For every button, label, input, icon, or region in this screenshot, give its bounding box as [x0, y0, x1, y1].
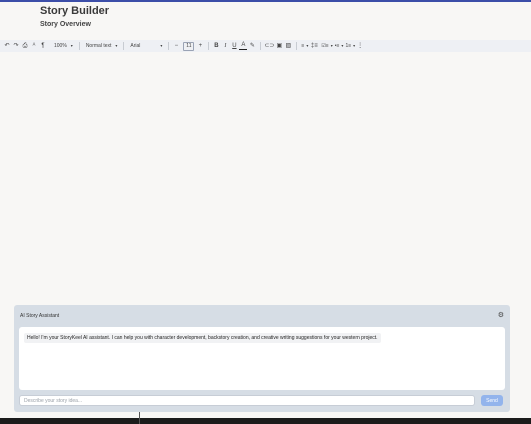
- ai-assistant-panel: AI Story Assistant ⚙ Hello! I'm your Sto…: [14, 305, 510, 412]
- page-subtitle: Story Overview: [40, 21, 91, 28]
- bullets-select[interactable]: •≡ ▾: [334, 41, 345, 51]
- chevron-down-icon: ▾: [353, 43, 356, 48]
- numbered-list-icon: 1≡: [345, 43, 352, 49]
- page-title: Story Builder: [40, 5, 110, 17]
- numbered-list-select[interactable]: 1≡ ▾: [344, 41, 356, 51]
- decrease-font-size-button[interactable]: −: [172, 41, 180, 51]
- chevron-down-icon: ▾: [341, 43, 344, 48]
- undo-icon[interactable]: ↶: [3, 41, 11, 51]
- paragraph-style-select[interactable]: Normal text ▾: [83, 41, 121, 51]
- align-icon: ≡: [301, 43, 305, 49]
- spellcheck-icon[interactable]: ᴬ: [30, 41, 38, 51]
- highlight-icon[interactable]: ✎: [248, 41, 256, 51]
- toolbar-divider: [296, 42, 298, 50]
- comment-icon[interactable]: ▣: [275, 41, 283, 51]
- toolbar-divider: [260, 42, 262, 50]
- italic-button[interactable]: I: [221, 41, 229, 51]
- checklist-icon: ☑≡: [321, 43, 329, 49]
- text-color-button[interactable]: A: [239, 42, 248, 50]
- resize-divider[interactable]: [139, 412, 140, 424]
- toolbar-divider: [208, 42, 210, 50]
- zoom-value: 100%: [54, 43, 67, 49]
- document-editor[interactable]: [0, 52, 531, 304]
- font-family-select[interactable]: Arial ▾: [127, 41, 165, 51]
- paragraph-style-value: Normal text: [85, 43, 112, 49]
- paint-format-icon[interactable]: ¶: [39, 41, 47, 51]
- line-spacing-icon[interactable]: ‡≡: [309, 41, 319, 51]
- checklist-select[interactable]: ☑≡ ▾: [320, 41, 333, 51]
- toolbar-divider: [78, 42, 80, 50]
- link-icon[interactable]: ⊂⊃: [264, 41, 274, 51]
- font-size-input[interactable]: 11: [183, 41, 195, 51]
- zoom-select[interactable]: 100% ▾: [51, 41, 76, 51]
- increase-font-size-button[interactable]: +: [196, 41, 204, 51]
- bold-button[interactable]: B: [212, 41, 220, 51]
- assistant-title: AI Story Assistant: [20, 313, 60, 319]
- gear-icon[interactable]: ⚙: [498, 311, 504, 319]
- chat-messages: Hello! I'm your StoryKeel AI assistant. …: [19, 327, 505, 390]
- bullets-icon: •≡: [334, 43, 340, 49]
- toolbar-divider: [168, 42, 170, 50]
- chevron-down-icon: ▾: [160, 43, 163, 48]
- toolbar-divider: [123, 42, 125, 50]
- font-family-value: Arial: [130, 43, 141, 49]
- top-accent-line: [0, 0, 531, 2]
- send-button[interactable]: Send: [481, 395, 503, 406]
- chevron-down-icon: ▾: [330, 43, 333, 48]
- story-idea-input[interactable]: [19, 395, 475, 406]
- chevron-down-icon: ▾: [70, 43, 73, 48]
- chevron-down-icon: ▾: [306, 43, 309, 48]
- formatting-toolbar: ↶ ↷ ⎙ ᴬ ¶ 100% ▾ Normal text ▾ Arial ▾ −…: [0, 40, 531, 52]
- chevron-down-icon: ▾: [115, 43, 118, 48]
- more-options-icon[interactable]: ⋮: [356, 41, 364, 51]
- taskbar: [0, 418, 531, 424]
- underline-button[interactable]: U: [230, 41, 238, 51]
- align-select[interactable]: ≡ ▾: [300, 41, 309, 51]
- assistant-message: Hello! I'm your StoryKeel AI assistant. …: [24, 333, 381, 343]
- image-icon[interactable]: ▨: [284, 41, 292, 51]
- print-icon[interactable]: ⎙: [21, 41, 29, 51]
- redo-icon[interactable]: ↷: [12, 41, 20, 51]
